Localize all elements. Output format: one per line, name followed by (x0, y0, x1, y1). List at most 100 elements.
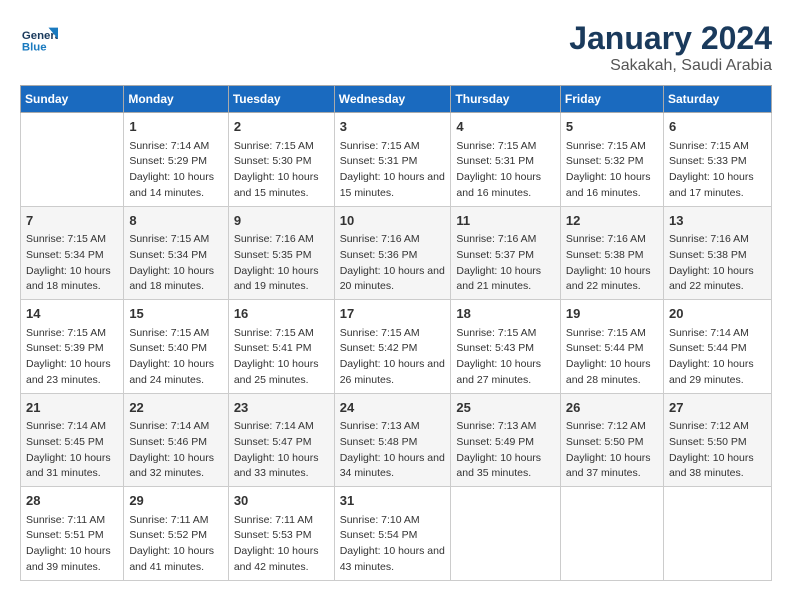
cell-info: Sunrise: 7:14 AM Sunset: 5:46 PM Dayligh… (129, 419, 222, 482)
calendar-cell: 1Sunrise: 7:14 AM Sunset: 5:29 PM Daylig… (124, 113, 228, 207)
cell-info: Sunrise: 7:16 AM Sunset: 5:36 PM Dayligh… (340, 232, 446, 295)
calendar-cell: 8Sunrise: 7:15 AM Sunset: 5:34 PM Daylig… (124, 206, 228, 300)
calendar-cell: 11Sunrise: 7:16 AM Sunset: 5:37 PM Dayli… (451, 206, 561, 300)
calendar-cell: 31Sunrise: 7:10 AM Sunset: 5:54 PM Dayli… (334, 487, 451, 581)
calendar-cell: 27Sunrise: 7:12 AM Sunset: 5:50 PM Dayli… (663, 393, 771, 487)
calendar-cell: 6Sunrise: 7:15 AM Sunset: 5:33 PM Daylig… (663, 113, 771, 207)
column-header-wednesday: Wednesday (334, 86, 451, 113)
week-row-4: 21Sunrise: 7:14 AM Sunset: 5:45 PM Dayli… (21, 393, 772, 487)
cell-info: Sunrise: 7:16 AM Sunset: 5:38 PM Dayligh… (669, 232, 766, 295)
week-row-2: 7Sunrise: 7:15 AM Sunset: 5:34 PM Daylig… (21, 206, 772, 300)
cell-info: Sunrise: 7:15 AM Sunset: 5:41 PM Dayligh… (234, 326, 329, 389)
week-row-5: 28Sunrise: 7:11 AM Sunset: 5:51 PM Dayli… (21, 487, 772, 581)
calendar-cell: 4Sunrise: 7:15 AM Sunset: 5:31 PM Daylig… (451, 113, 561, 207)
column-header-thursday: Thursday (451, 86, 561, 113)
calendar-cell: 9Sunrise: 7:16 AM Sunset: 5:35 PM Daylig… (228, 206, 334, 300)
day-number: 8 (129, 211, 222, 231)
day-number: 24 (340, 398, 446, 418)
cell-info: Sunrise: 7:15 AM Sunset: 5:44 PM Dayligh… (566, 326, 658, 389)
cell-info: Sunrise: 7:10 AM Sunset: 5:54 PM Dayligh… (340, 513, 446, 576)
cell-info: Sunrise: 7:15 AM Sunset: 5:34 PM Dayligh… (129, 232, 222, 295)
cell-info: Sunrise: 7:15 AM Sunset: 5:31 PM Dayligh… (340, 139, 446, 202)
day-number: 17 (340, 304, 446, 324)
calendar-cell (21, 113, 124, 207)
calendar-cell: 10Sunrise: 7:16 AM Sunset: 5:36 PM Dayli… (334, 206, 451, 300)
svg-text:Blue: Blue (22, 41, 47, 53)
calendar-cell: 13Sunrise: 7:16 AM Sunset: 5:38 PM Dayli… (663, 206, 771, 300)
cell-info: Sunrise: 7:15 AM Sunset: 5:43 PM Dayligh… (456, 326, 555, 389)
calendar-cell: 17Sunrise: 7:15 AM Sunset: 5:42 PM Dayli… (334, 300, 451, 394)
day-number: 11 (456, 211, 555, 231)
day-number: 10 (340, 211, 446, 231)
day-number: 23 (234, 398, 329, 418)
cell-info: Sunrise: 7:14 AM Sunset: 5:44 PM Dayligh… (669, 326, 766, 389)
calendar-cell: 15Sunrise: 7:15 AM Sunset: 5:40 PM Dayli… (124, 300, 228, 394)
day-number: 4 (456, 117, 555, 137)
calendar-cell: 3Sunrise: 7:15 AM Sunset: 5:31 PM Daylig… (334, 113, 451, 207)
calendar-cell: 7Sunrise: 7:15 AM Sunset: 5:34 PM Daylig… (21, 206, 124, 300)
cell-info: Sunrise: 7:15 AM Sunset: 5:40 PM Dayligh… (129, 326, 222, 389)
day-number: 12 (566, 211, 658, 231)
calendar-cell: 30Sunrise: 7:11 AM Sunset: 5:53 PM Dayli… (228, 487, 334, 581)
day-number: 28 (26, 491, 118, 511)
location: Sakakah, Saudi Arabia (569, 57, 772, 75)
calendar-cell: 23Sunrise: 7:14 AM Sunset: 5:47 PM Dayli… (228, 393, 334, 487)
cell-info: Sunrise: 7:15 AM Sunset: 5:33 PM Dayligh… (669, 139, 766, 202)
page-header: General Blue January 2024 Sakakah, Saudi… (20, 20, 772, 75)
day-number: 26 (566, 398, 658, 418)
cell-info: Sunrise: 7:15 AM Sunset: 5:30 PM Dayligh… (234, 139, 329, 202)
day-number: 15 (129, 304, 222, 324)
calendar-cell: 5Sunrise: 7:15 AM Sunset: 5:32 PM Daylig… (560, 113, 663, 207)
day-number: 6 (669, 117, 766, 137)
day-number: 31 (340, 491, 446, 511)
calendar-cell: 24Sunrise: 7:13 AM Sunset: 5:48 PM Dayli… (334, 393, 451, 487)
calendar-cell: 22Sunrise: 7:14 AM Sunset: 5:46 PM Dayli… (124, 393, 228, 487)
cell-info: Sunrise: 7:15 AM Sunset: 5:42 PM Dayligh… (340, 326, 446, 389)
cell-info: Sunrise: 7:12 AM Sunset: 5:50 PM Dayligh… (566, 419, 658, 482)
cell-info: Sunrise: 7:13 AM Sunset: 5:49 PM Dayligh… (456, 419, 555, 482)
column-header-friday: Friday (560, 86, 663, 113)
day-number: 25 (456, 398, 555, 418)
cell-info: Sunrise: 7:15 AM Sunset: 5:32 PM Dayligh… (566, 139, 658, 202)
cell-info: Sunrise: 7:14 AM Sunset: 5:47 PM Dayligh… (234, 419, 329, 482)
column-header-monday: Monday (124, 86, 228, 113)
title-block: January 2024 Sakakah, Saudi Arabia (569, 20, 772, 75)
day-number: 7 (26, 211, 118, 231)
calendar-table: SundayMondayTuesdayWednesdayThursdayFrid… (20, 85, 772, 581)
day-number: 19 (566, 304, 658, 324)
week-row-3: 14Sunrise: 7:15 AM Sunset: 5:39 PM Dayli… (21, 300, 772, 394)
cell-info: Sunrise: 7:16 AM Sunset: 5:37 PM Dayligh… (456, 232, 555, 295)
cell-info: Sunrise: 7:15 AM Sunset: 5:34 PM Dayligh… (26, 232, 118, 295)
calendar-cell (451, 487, 561, 581)
cell-info: Sunrise: 7:11 AM Sunset: 5:53 PM Dayligh… (234, 513, 329, 576)
logo: General Blue (20, 20, 62, 58)
calendar-cell: 19Sunrise: 7:15 AM Sunset: 5:44 PM Dayli… (560, 300, 663, 394)
day-number: 21 (26, 398, 118, 418)
column-header-saturday: Saturday (663, 86, 771, 113)
calendar-cell (560, 487, 663, 581)
calendar-cell: 29Sunrise: 7:11 AM Sunset: 5:52 PM Dayli… (124, 487, 228, 581)
day-number: 22 (129, 398, 222, 418)
cell-info: Sunrise: 7:16 AM Sunset: 5:38 PM Dayligh… (566, 232, 658, 295)
calendar-cell: 21Sunrise: 7:14 AM Sunset: 5:45 PM Dayli… (21, 393, 124, 487)
day-number: 16 (234, 304, 329, 324)
day-number: 27 (669, 398, 766, 418)
cell-info: Sunrise: 7:15 AM Sunset: 5:39 PM Dayligh… (26, 326, 118, 389)
column-header-sunday: Sunday (21, 86, 124, 113)
day-number: 1 (129, 117, 222, 137)
cell-info: Sunrise: 7:11 AM Sunset: 5:52 PM Dayligh… (129, 513, 222, 576)
calendar-cell: 12Sunrise: 7:16 AM Sunset: 5:38 PM Dayli… (560, 206, 663, 300)
calendar-cell (663, 487, 771, 581)
day-number: 18 (456, 304, 555, 324)
day-number: 14 (26, 304, 118, 324)
cell-info: Sunrise: 7:12 AM Sunset: 5:50 PM Dayligh… (669, 419, 766, 482)
calendar-cell: 26Sunrise: 7:12 AM Sunset: 5:50 PM Dayli… (560, 393, 663, 487)
calendar-cell: 2Sunrise: 7:15 AM Sunset: 5:30 PM Daylig… (228, 113, 334, 207)
week-row-1: 1Sunrise: 7:14 AM Sunset: 5:29 PM Daylig… (21, 113, 772, 207)
calendar-cell: 25Sunrise: 7:13 AM Sunset: 5:49 PM Dayli… (451, 393, 561, 487)
day-number: 2 (234, 117, 329, 137)
day-number: 5 (566, 117, 658, 137)
day-number: 3 (340, 117, 446, 137)
header-row: SundayMondayTuesdayWednesdayThursdayFrid… (21, 86, 772, 113)
calendar-cell: 14Sunrise: 7:15 AM Sunset: 5:39 PM Dayli… (21, 300, 124, 394)
